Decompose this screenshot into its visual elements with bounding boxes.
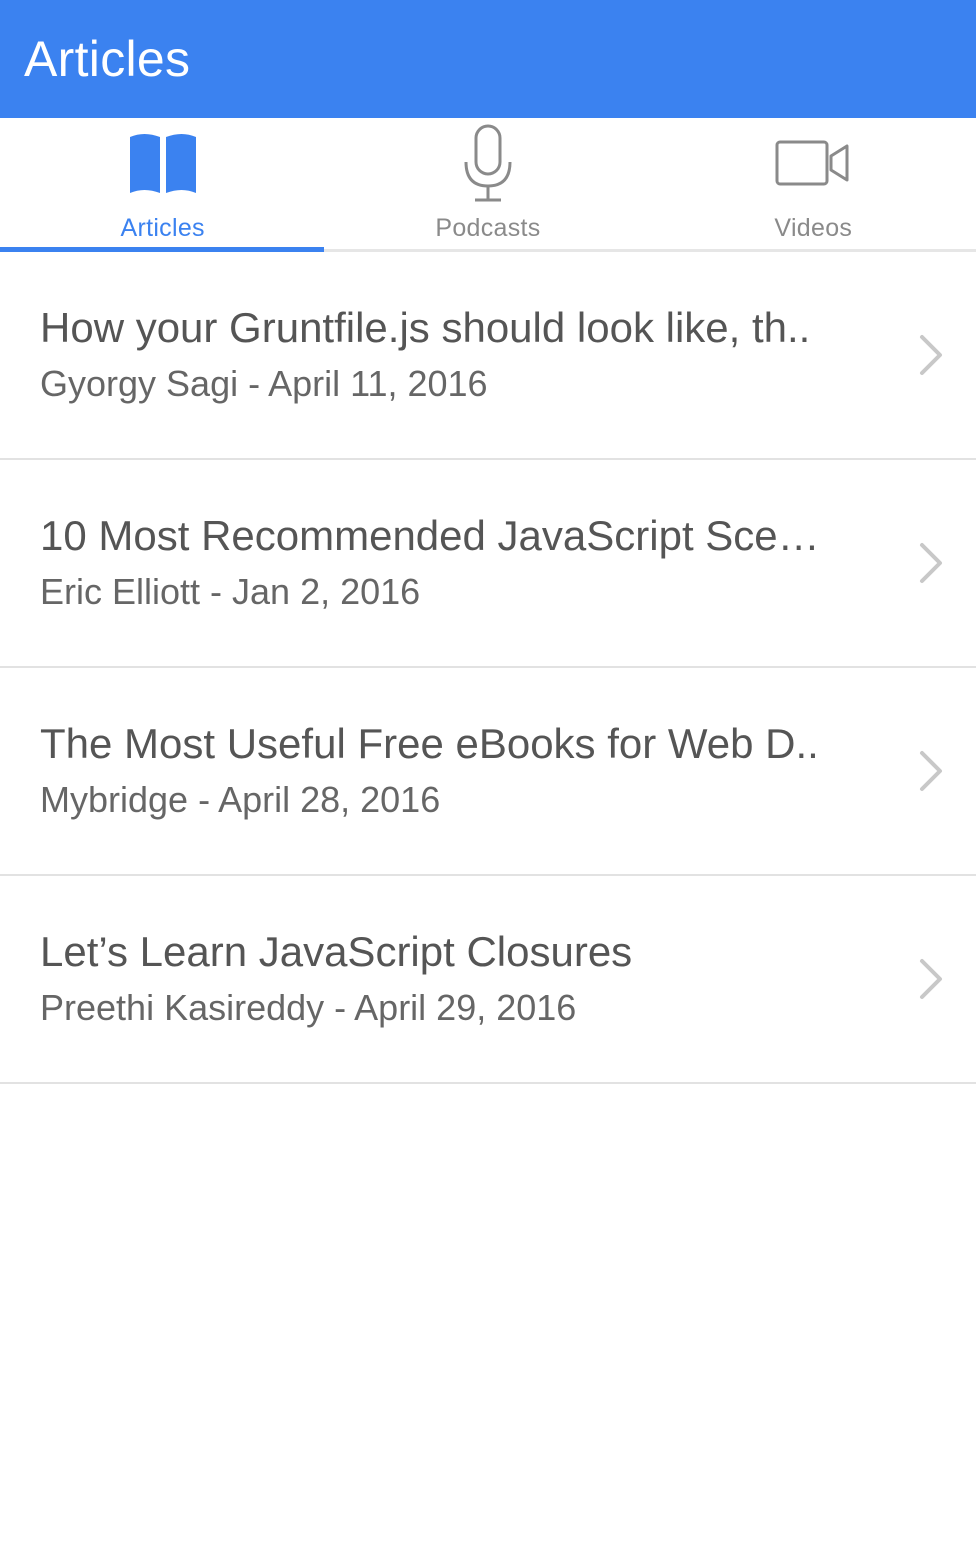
list-item[interactable]: 10 Most Recommended JavaScript Sce… Eric…	[0, 460, 976, 668]
article-author-date: Eric Elliott - Jan 2, 2016	[40, 571, 421, 612]
page-title: Articles	[24, 31, 191, 87]
video-camera-icon	[773, 124, 853, 204]
app-screen: Articles Articles Podcasts Videos How yo…	[0, 0, 976, 1548]
chevron-right-icon	[916, 333, 946, 377]
article-author-date: Preethi Kasireddy - April 29, 2016	[40, 987, 577, 1028]
chevron-right-icon	[916, 957, 946, 1001]
tab-articles[interactable]: Articles	[0, 118, 325, 249]
list-item[interactable]: The Most Useful Free eBooks for Web D.. …	[0, 668, 976, 876]
chevron-right-icon	[916, 749, 946, 793]
list-item[interactable]: Let’s Learn JavaScript Closures Preethi …	[0, 876, 976, 1084]
list-item[interactable]: How your Gruntfile.js should look like, …	[0, 252, 976, 460]
article-author-date: Gyorgy Sagi - April 11, 2016	[40, 363, 488, 404]
tab-podcasts-label: Podcasts	[435, 214, 541, 242]
tab-articles-label: Articles	[120, 214, 205, 242]
tab-videos[interactable]: Videos	[651, 118, 976, 249]
microphone-icon	[448, 124, 528, 204]
article-title: The Most Useful Free eBooks for Web D..	[40, 720, 819, 767]
tab-videos-label: Videos	[774, 214, 853, 242]
article-title: 10 Most Recommended JavaScript Sce…	[40, 512, 820, 559]
tab-bar: Articles Podcasts Videos	[0, 118, 976, 252]
article-title: How your Gruntfile.js should look like, …	[40, 304, 811, 351]
chevron-right-icon	[916, 541, 946, 585]
article-list: How your Gruntfile.js should look like, …	[0, 252, 976, 1084]
book-icon	[123, 124, 203, 204]
article-title: Let’s Learn JavaScript Closures	[40, 928, 633, 975]
tab-podcasts[interactable]: Podcasts	[325, 118, 650, 249]
app-bar: Articles	[0, 0, 976, 118]
article-author-date: Mybridge - April 28, 2016	[40, 779, 441, 820]
